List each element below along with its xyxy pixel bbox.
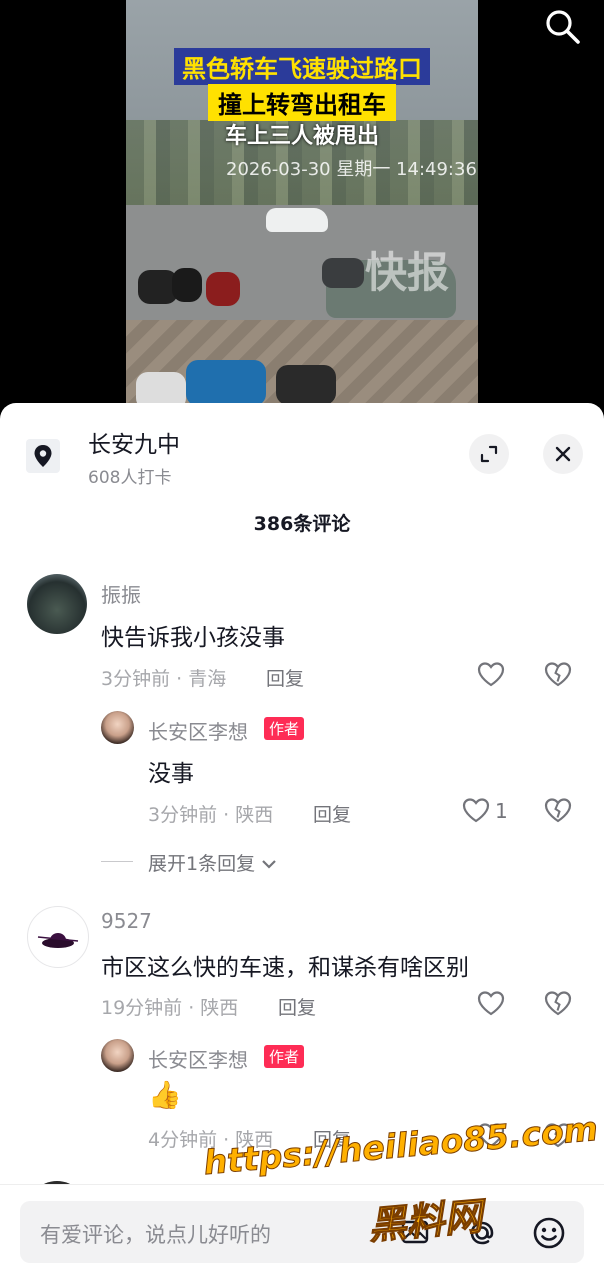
heart-icon[interactable]: [461, 795, 491, 825]
comment-input[interactable]: 有爱评论，说点儿好听的: [20, 1201, 584, 1263]
comment-text: 快告诉我小孩没事: [101, 625, 285, 651]
dislike-heart-icon[interactable]: [543, 659, 573, 689]
reply-button[interactable]: 回复: [278, 993, 316, 1020]
video-scene-scooter: [276, 365, 336, 405]
video-caption-line1: 黑色轿车飞速驶过路口: [174, 48, 430, 85]
heart-icon[interactable]: [476, 659, 506, 689]
watermark-label: 黑料网: [366, 1194, 485, 1249]
comment-username[interactable]: 振振: [101, 579, 141, 608]
location-checkins: 608人打卡: [88, 468, 172, 488]
video-caption-line2: 撞上转弯出租车: [208, 84, 396, 121]
expand-replies-label: 展开1条回复: [148, 853, 256, 875]
reply-text: 👍: [148, 1080, 182, 1111]
avatar[interactable]: [101, 1039, 134, 1072]
video-scene-scooter: [186, 360, 266, 406]
close-icon[interactable]: [543, 434, 583, 474]
comment-input-placeholder: 有爱评论，说点儿好听的: [40, 1223, 271, 1247]
comment-input-bar: 有爱评论，说点儿好听的: [0, 1184, 604, 1281]
avatar[interactable]: [101, 711, 134, 744]
video-frame: 2026-03-30 星期一 14:49:36 快报 黑色轿车飞速驶过路口 撞上…: [126, 0, 478, 410]
dislike-heart-icon[interactable]: [543, 795, 573, 825]
location-name[interactable]: 长安九中: [88, 425, 180, 459]
video-caption-line3: 车上三人被甩出: [224, 124, 380, 149]
comments-count: 386条评论: [253, 513, 351, 535]
reply-button[interactable]: 回复: [266, 664, 304, 691]
like-count: 1: [495, 799, 508, 823]
comment-meta: 19分钟前 · 陕西: [101, 997, 239, 1019]
location-pin-icon[interactable]: [26, 439, 60, 473]
video-player[interactable]: 2026-03-30 星期一 14:49:36 快报 黑色轿车飞速驶过路口 撞上…: [0, 0, 604, 420]
comment-meta: 3分钟前 · 青海: [101, 668, 227, 690]
video-watermark: 快报: [364, 248, 449, 297]
avatar[interactable]: [27, 574, 87, 634]
author-badge: 作者: [264, 1045, 305, 1068]
reply-meta: 3分钟前 · 陕西: [148, 804, 274, 826]
video-scene-scooter: [172, 268, 202, 302]
reply-button[interactable]: 回复: [313, 800, 351, 827]
video-timestamp: 2026-03-30 星期一 14:49:36: [226, 159, 477, 180]
reply-username[interactable]: 长安区李想: [148, 1044, 248, 1073]
video-scene-white-car: [266, 208, 328, 232]
heart-icon[interactable]: [476, 988, 506, 1018]
reply-username[interactable]: 长安区李想: [148, 716, 248, 745]
chevron-down-icon: [262, 860, 276, 869]
expand-icon[interactable]: [469, 434, 509, 474]
expand-divider: [101, 861, 133, 862]
search-icon[interactable]: [542, 6, 582, 46]
avatar[interactable]: [27, 906, 89, 968]
video-scene-scooter: [206, 272, 240, 306]
comment-username[interactable]: 9527: [101, 909, 152, 933]
expand-replies-button[interactable]: 展开1条回复: [148, 849, 277, 876]
dislike-heart-icon[interactable]: [543, 988, 573, 1018]
emoji-icon[interactable]: [532, 1216, 565, 1249]
author-badge: 作者: [264, 717, 305, 740]
comment-text: 市区这么快的车速，和谋杀有啥区别: [101, 955, 469, 981]
reply-text: 没事: [148, 761, 194, 787]
